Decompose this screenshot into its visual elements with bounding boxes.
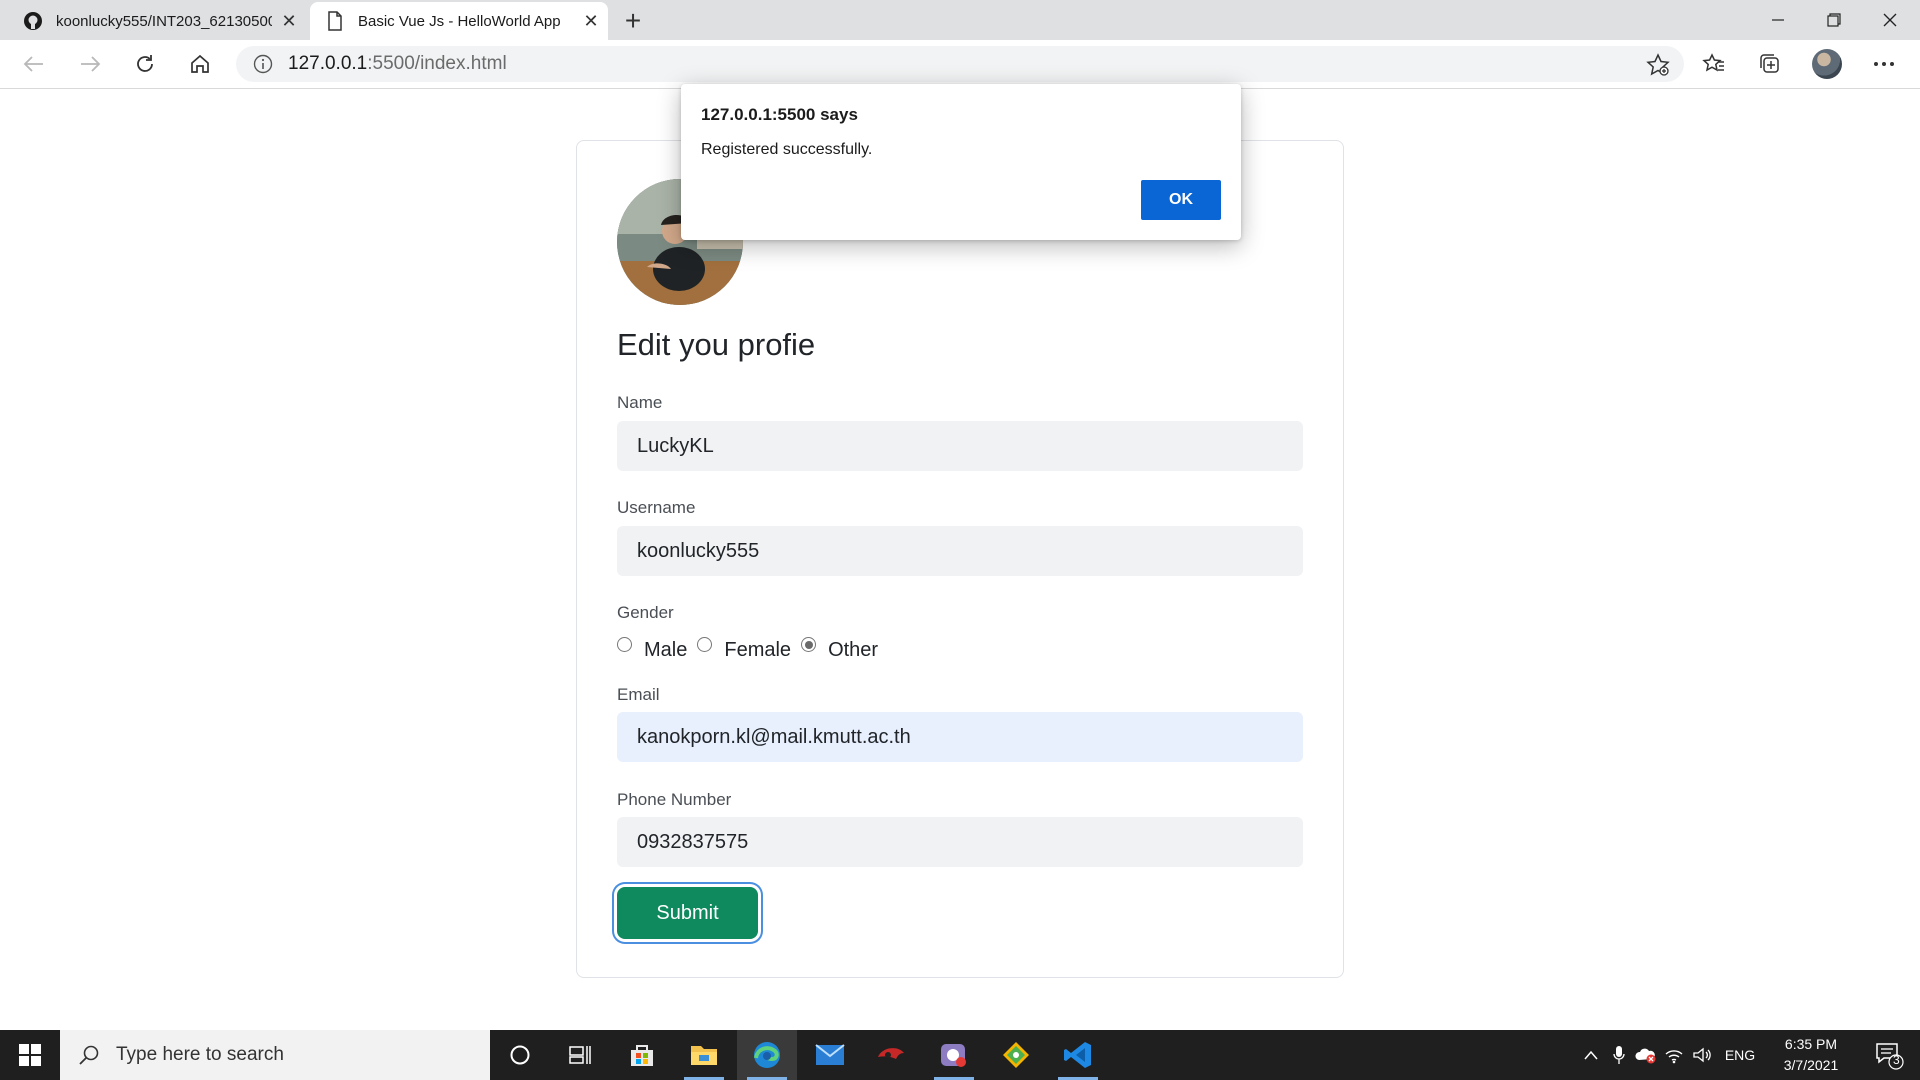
- username-field[interactable]: koonlucky555: [617, 526, 1303, 576]
- git-client-icon[interactable]: [986, 1030, 1046, 1080]
- close-tab-icon[interactable]: ✕: [574, 4, 608, 38]
- profile-avatar[interactable]: [1805, 44, 1849, 84]
- restore-icon[interactable]: [1806, 0, 1862, 40]
- info-icon[interactable]: [252, 53, 274, 75]
- show-hidden-icons-icon[interactable]: [1576, 1030, 1606, 1080]
- tab-title: koonlucky555/INT203_62130500: [56, 12, 272, 30]
- tab-github[interactable]: koonlucky555/INT203_62130500 ✕: [8, 2, 306, 40]
- alert-dialog: 127.0.0.1:5500 says Registered successfu…: [681, 84, 1241, 240]
- recorder-app-icon[interactable]: [924, 1030, 984, 1080]
- favorite-star-icon[interactable]: [1646, 53, 1670, 76]
- wifi-icon[interactable]: [1660, 1030, 1688, 1080]
- gender-other-radio[interactable]: [801, 637, 817, 652]
- microphone-icon[interactable]: [1606, 1030, 1632, 1080]
- gender-female-label: Female: [724, 639, 792, 661]
- gender-other-label: Other: [828, 639, 879, 661]
- search-placeholder: Type here to search: [116, 1044, 284, 1065]
- username-label: Username: [617, 498, 696, 517]
- submit-button[interactable]: Submit: [617, 887, 758, 939]
- minimize-icon[interactable]: [1750, 0, 1806, 40]
- system-clock[interactable]: 6:35 PM 3/7/2021: [1766, 1034, 1856, 1076]
- back-icon[interactable]: [14, 44, 54, 84]
- gender-radio-group: Male Female Other: [617, 637, 888, 662]
- more-menu-icon[interactable]: [1862, 44, 1906, 84]
- task-view-icon[interactable]: [550, 1030, 610, 1080]
- github-icon: [22, 10, 44, 32]
- forward-icon[interactable]: [70, 44, 110, 84]
- tab-title: Basic Vue Js - HelloWorld App: [358, 12, 561, 30]
- gender-male-label: Male: [644, 639, 688, 661]
- collections-icon[interactable]: [1748, 44, 1792, 84]
- alert-title: 127.0.0.1:5500 says: [701, 105, 858, 124]
- taskbar-search[interactable]: Type here to search: [60, 1030, 490, 1080]
- phone-label: Phone Number: [617, 790, 732, 809]
- home-icon[interactable]: [180, 44, 220, 84]
- page-title: Edit you profie: [617, 327, 816, 362]
- email-field[interactable]: kanokporn.kl@mail.kmutt.ac.th: [617, 712, 1303, 762]
- clock-time: 6:35 PM: [1784, 1036, 1838, 1052]
- tab-strip: koonlucky555/INT203_62130500 ✕ Basic Vue…: [0, 0, 1920, 40]
- volume-icon[interactable]: [1688, 1030, 1716, 1080]
- close-tab-icon[interactable]: ✕: [272, 4, 306, 38]
- name-label: Name: [617, 393, 663, 412]
- language-indicator[interactable]: ENG: [1718, 1030, 1762, 1080]
- clock-date: 3/7/2021: [1783, 1057, 1839, 1073]
- favorites-icon[interactable]: [1692, 44, 1736, 84]
- search-icon: [74, 1044, 104, 1066]
- browser-toolbar: 127.0.0.1:5500/index.html: [0, 40, 1920, 89]
- ok-button[interactable]: OK: [1141, 180, 1221, 220]
- cortana-icon[interactable]: [490, 1030, 550, 1080]
- onedrive-error-icon[interactable]: [1632, 1030, 1660, 1080]
- notification-center-icon[interactable]: 3: [1864, 1030, 1914, 1080]
- vscode-icon[interactable]: [1048, 1030, 1108, 1080]
- edge-browser-icon[interactable]: [737, 1030, 797, 1080]
- file-explorer-icon[interactable]: [674, 1030, 734, 1080]
- close-window-icon[interactable]: [1862, 0, 1918, 40]
- taskbar: Type here to search ENG 6:35 PM 3/7/2021…: [0, 1030, 1920, 1080]
- refresh-icon[interactable]: [125, 44, 165, 84]
- gender-label: Gender: [617, 603, 674, 622]
- page-icon: [324, 10, 346, 32]
- notification-count: 3: [1893, 1053, 1900, 1067]
- game-app-icon[interactable]: [861, 1030, 921, 1080]
- url-text: 127.0.0.1:5500/index.html: [288, 53, 507, 74]
- tab-vue-app[interactable]: Basic Vue Js - HelloWorld App ✕: [310, 2, 608, 40]
- gender-male-radio[interactable]: [617, 637, 632, 652]
- alert-message: Registered successfully.: [701, 141, 873, 158]
- profile-card: Edit you profie Name LuckyKL Username ko…: [576, 140, 1344, 978]
- email-label: Email: [617, 685, 660, 704]
- store-icon[interactable]: [612, 1030, 672, 1080]
- mail-icon[interactable]: [800, 1030, 860, 1080]
- gender-female-radio[interactable]: [697, 637, 713, 652]
- new-tab-icon[interactable]: +: [616, 4, 650, 38]
- address-bar[interactable]: 127.0.0.1:5500/index.html: [236, 46, 1684, 82]
- windows-start-icon[interactable]: [0, 1030, 60, 1080]
- name-field[interactable]: LuckyKL: [617, 421, 1303, 471]
- phone-field[interactable]: 0932837575: [617, 817, 1303, 867]
